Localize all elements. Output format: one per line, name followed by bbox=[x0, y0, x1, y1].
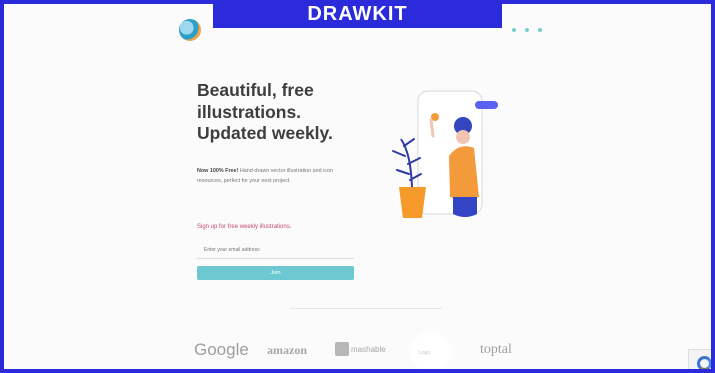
circle-logo-text: Logo bbox=[419, 350, 431, 356]
hero-description: Now 100% Free! Hand-drawn vector illustr… bbox=[197, 167, 357, 186]
chat-bubble bbox=[475, 101, 498, 109]
person-arm bbox=[429, 118, 435, 138]
circle-logo: Logo bbox=[409, 330, 453, 369]
mashable-logo-text: mashable bbox=[351, 345, 386, 354]
brand-logos: Google amazon mashable Logo toptal bbox=[192, 330, 537, 369]
recaptcha-icon bbox=[697, 356, 711, 369]
signup-text: Sign up for free weekly illustrations. bbox=[197, 224, 292, 230]
person-pants bbox=[453, 197, 477, 217]
amazon-logo: amazon bbox=[267, 343, 307, 357]
drawkit-logo-icon[interactable] bbox=[179, 19, 201, 41]
person-body bbox=[449, 146, 479, 200]
recaptcha-badge[interactable] bbox=[688, 349, 711, 369]
hero-headline: Beautiful, free illustrations. Updated w… bbox=[197, 80, 397, 145]
hero-headline-line-2: illustrations. bbox=[197, 101, 302, 122]
person-face bbox=[456, 130, 470, 144]
divider bbox=[290, 308, 442, 309]
email-input[interactable] bbox=[197, 242, 354, 259]
hero-headline-line-3: Updated weekly. bbox=[197, 123, 333, 143]
header-nav-dots[interactable] bbox=[512, 28, 542, 32]
plant-pot bbox=[399, 187, 426, 218]
mashable-icon bbox=[335, 342, 349, 356]
toptal-logo: toptal bbox=[480, 342, 512, 357]
drawkit-label: DRAWKIT bbox=[213, 0, 502, 28]
google-logo: Google bbox=[194, 340, 249, 359]
plant-leaves bbox=[392, 138, 422, 181]
hero-illustration bbox=[392, 90, 498, 218]
page-frame: Beautiful, free illustrations. Updated w… bbox=[0, 0, 715, 373]
hero-headline-line-1: Beautiful, free bbox=[197, 80, 314, 100]
mashable-logo: mashable bbox=[335, 342, 386, 356]
join-button[interactable]: Join bbox=[197, 266, 354, 280]
hero-description-bold: Now 100% Free! bbox=[197, 168, 239, 174]
